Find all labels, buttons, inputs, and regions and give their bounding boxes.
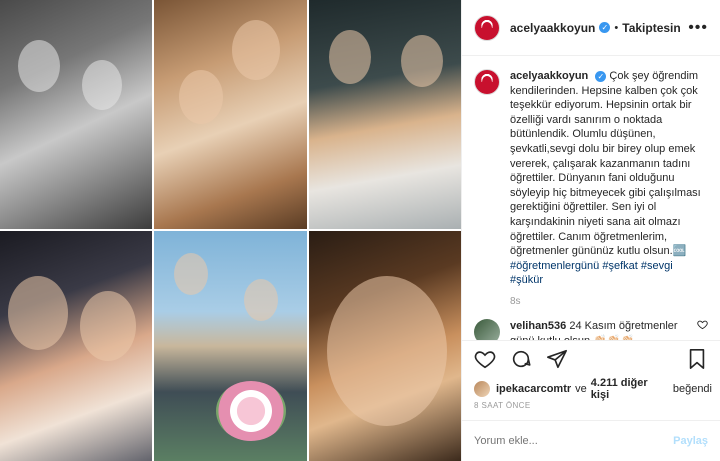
hashtag-sevgi[interactable]: #sevgi [641,260,673,272]
comment-text-block: velihan536 24 Kasım öğretmenler günü kut… [510,319,685,340]
caption-text-block: acelyaakkoyun ✓ Çok şey öğrendim kendile… [510,69,708,288]
comment-icon[interactable] [510,348,532,370]
comment-input[interactable] [474,435,674,447]
commenter-avatar[interactable] [474,318,500,340]
comment-like-icon[interactable] [697,319,708,340]
post-comment-button[interactable]: Paylaş [673,435,708,447]
post-image-collage[interactable] [0,0,461,461]
post-side-panel: acelyaakkoyun ✓ • Takiptesin ••• acelyaa… [461,0,720,461]
comment-username[interactable]: velihan536 [510,320,566,332]
action-bar [462,340,720,376]
liker-username[interactable]: ipekacarcomtr [496,383,571,395]
add-comment-bar: Paylaş [462,420,720,461]
more-icon[interactable]: ••• [688,19,708,37]
likes-count-link[interactable]: 4.211 diğer kişi [591,377,669,401]
comments-area: acelyaakkoyun ✓ Çok şey öğrendim kendile… [462,57,720,340]
hashtag-sefkat[interactable]: #şefkat [602,260,637,272]
photo-older-couple [154,0,307,229]
photo-bride-and-man [0,231,152,461]
caption-text: Çok şey öğrendim kendilerinden. Hepsine … [510,70,701,258]
photo-black-white-couple [0,0,152,229]
photo-man-with-glasses [309,231,461,461]
post-timestamp[interactable]: 8 SAAT ÖNCE [474,401,531,410]
hashtag-ogretmenlergunu[interactable]: #öğretmenlergünü [510,260,599,272]
post-header: acelyaakkoyun ✓ • Takiptesin ••• [462,0,720,56]
follow-status-button[interactable]: Takiptesin [622,21,680,35]
liker-avatar[interactable] [474,381,490,397]
photo-woman-with-flowers [154,231,307,461]
caption-avatar[interactable] [474,69,500,95]
avatar[interactable] [474,14,500,41]
verified-icon: ✓ [599,22,611,33]
likes-suffix: beğendi [672,383,712,395]
likes-summary: ipekacarcomtr ve 4.211 diğer kişi beğend… [474,377,712,401]
hashtag-sukur[interactable]: #şükür [510,274,543,286]
header-separator: • [614,21,619,34]
caption-username[interactable]: acelyaakkoyun [510,70,588,82]
likes-connector: ve [575,383,587,395]
photo-two-women [309,0,461,229]
header-username[interactable]: acelyaakkoyun [510,21,595,35]
caption-time[interactable]: 8s [510,296,708,307]
comment-item: velihan536 24 Kasım öğretmenler günü kut… [474,318,708,340]
caption: acelyaakkoyun ✓ Çok şey öğrendim kendile… [474,69,708,288]
share-icon[interactable] [546,348,568,370]
verified-icon: ✓ [595,70,607,82]
heart-icon[interactable] [474,348,496,370]
bookmark-icon[interactable] [686,348,708,370]
